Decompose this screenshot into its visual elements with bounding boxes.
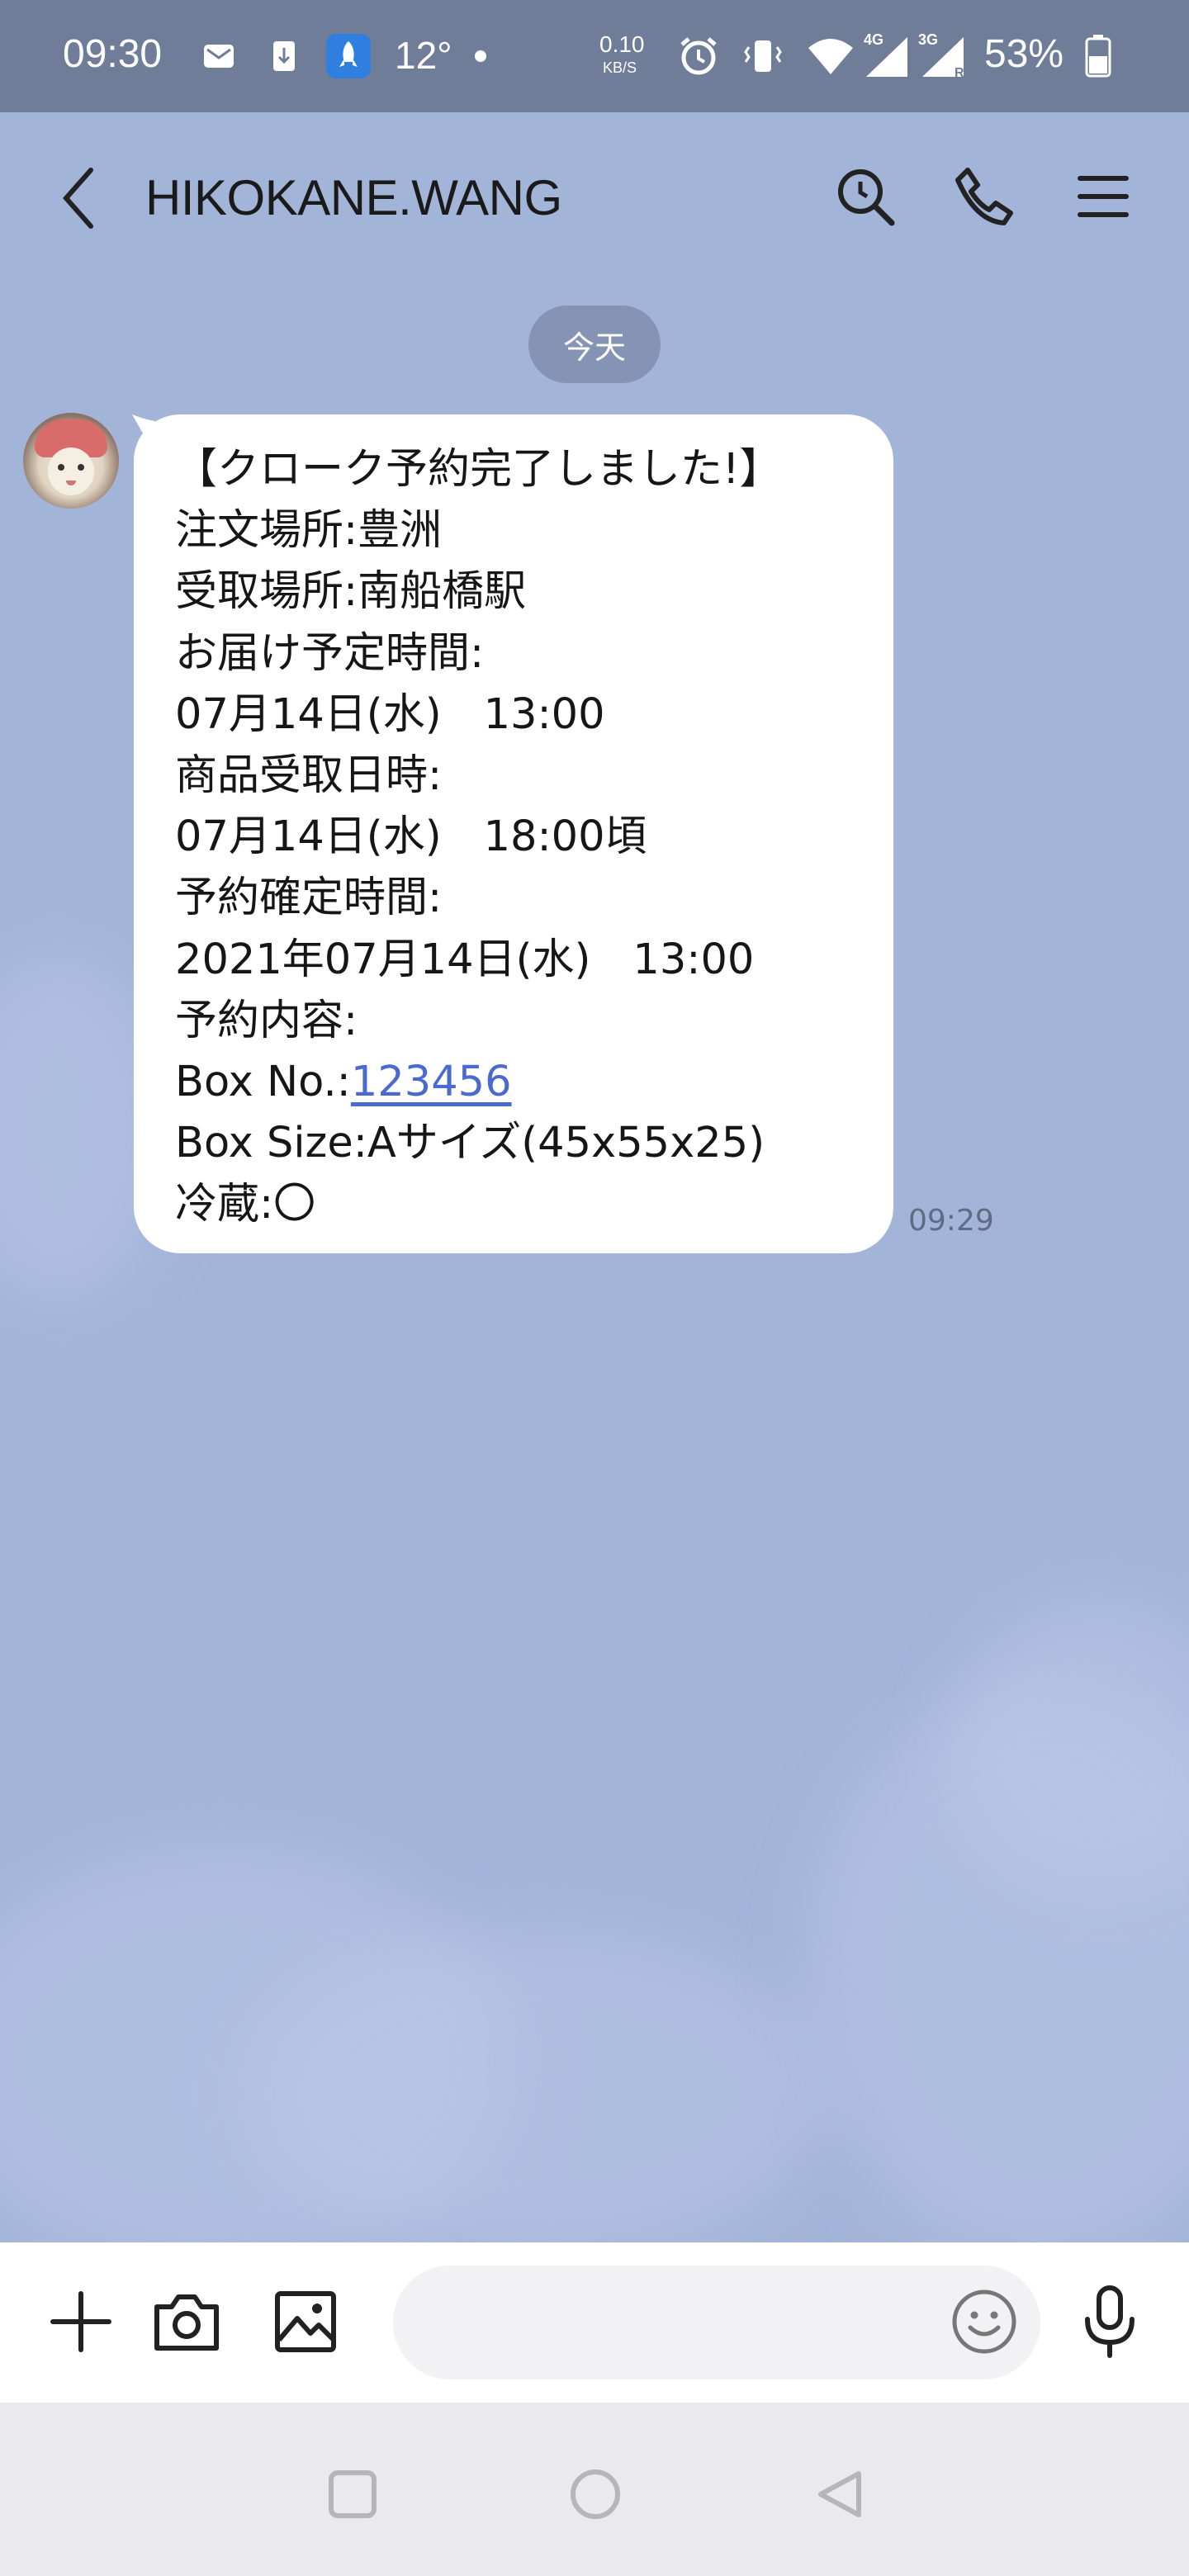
message-line: 受取場所:南船橋駅 <box>175 567 527 617</box>
plus-icon <box>50 2291 111 2352</box>
menu-icon <box>1078 176 1129 217</box>
message-line: 07月14日(水) 13:00 <box>175 689 605 739</box>
message-line: 冷蔵:〇 <box>175 1180 316 1229</box>
net-speed-unit: KB/S <box>603 59 637 76</box>
message-line: 予約内容: <box>175 996 358 1045</box>
home-button[interactable] <box>558 2457 632 2531</box>
date-divider: 今天 <box>528 305 661 383</box>
image-button[interactable] <box>264 2280 347 2363</box>
emoji-icon <box>952 2290 1016 2354</box>
message-line: 注文場所:豊洲 <box>175 506 443 556</box>
back-arrow-icon <box>62 168 93 229</box>
circle-icon <box>571 2469 620 2519</box>
message-line: 予約確定時間: <box>175 874 443 923</box>
message-line: お届け予定時間: <box>175 628 485 678</box>
camera-icon <box>154 2294 219 2351</box>
call-button[interactable] <box>950 162 1019 231</box>
net-speed-value: 0.10 <box>599 31 645 57</box>
battery-percent: 53% <box>984 32 1064 76</box>
alarm-icon <box>675 33 722 79</box>
box-no-link[interactable]: 123456 <box>351 1058 512 1106</box>
triangle-back-icon <box>818 2471 861 2517</box>
status-bar: 09:30 12° 0.10 KB/S 4G 3G R 53% <box>0 0 1189 112</box>
signal-3g-label: 3G <box>918 31 939 48</box>
notification-dot-icon <box>471 33 490 79</box>
download-icon <box>266 33 302 79</box>
emoji-button[interactable] <box>943 2280 1026 2363</box>
rocket-app-icon <box>325 33 372 79</box>
message-line: 07月14日(水) 18:00頃 <box>175 812 647 862</box>
message-line: 2021年07月14日(水) 13:00 <box>175 935 755 984</box>
avatar[interactable] <box>23 413 119 509</box>
message-timestamp: 09:29 <box>908 1204 994 1238</box>
chat-title: HIKOKANE.WANG <box>145 170 562 225</box>
message-bubble[interactable]: 【クローク予約完了しました!】 注文場所:豊洲 受取場所:南船橋駅 お届け予定時… <box>134 414 893 1253</box>
message-line: 商品受取日時: <box>175 751 443 801</box>
signal-4g-label: 4G <box>864 31 884 48</box>
phone-icon <box>955 168 1013 225</box>
search-icon <box>838 169 895 226</box>
mail-icon <box>198 33 239 79</box>
back-button[interactable] <box>53 165 111 231</box>
battery-icon <box>1082 33 1115 79</box>
message-line-box-no: Box No.:123456 <box>175 1052 860 1113</box>
voice-button[interactable] <box>1068 2280 1151 2363</box>
wifi-icon <box>806 33 855 79</box>
temperature: 12° <box>395 34 452 77</box>
message-line: 【クローク予約完了しました!】 <box>175 445 782 494</box>
image-icon <box>275 2291 336 2352</box>
add-button[interactable] <box>40 2280 122 2363</box>
camera-button[interactable] <box>145 2280 228 2363</box>
box-no-label: Box No.: <box>175 1058 351 1107</box>
search-button[interactable] <box>831 162 900 231</box>
back-nav-button[interactable] <box>803 2457 877 2531</box>
microphone-icon <box>1085 2285 1135 2358</box>
vibrate-icon <box>741 33 784 79</box>
roaming-label: R <box>955 66 964 80</box>
status-time: 09:30 <box>63 32 163 76</box>
menu-button[interactable] <box>1068 162 1138 231</box>
recent-apps-button[interactable] <box>315 2457 390 2531</box>
message-line: Box Size:Aサイズ(45x55x25) <box>175 1119 765 1168</box>
square-icon <box>329 2470 377 2518</box>
